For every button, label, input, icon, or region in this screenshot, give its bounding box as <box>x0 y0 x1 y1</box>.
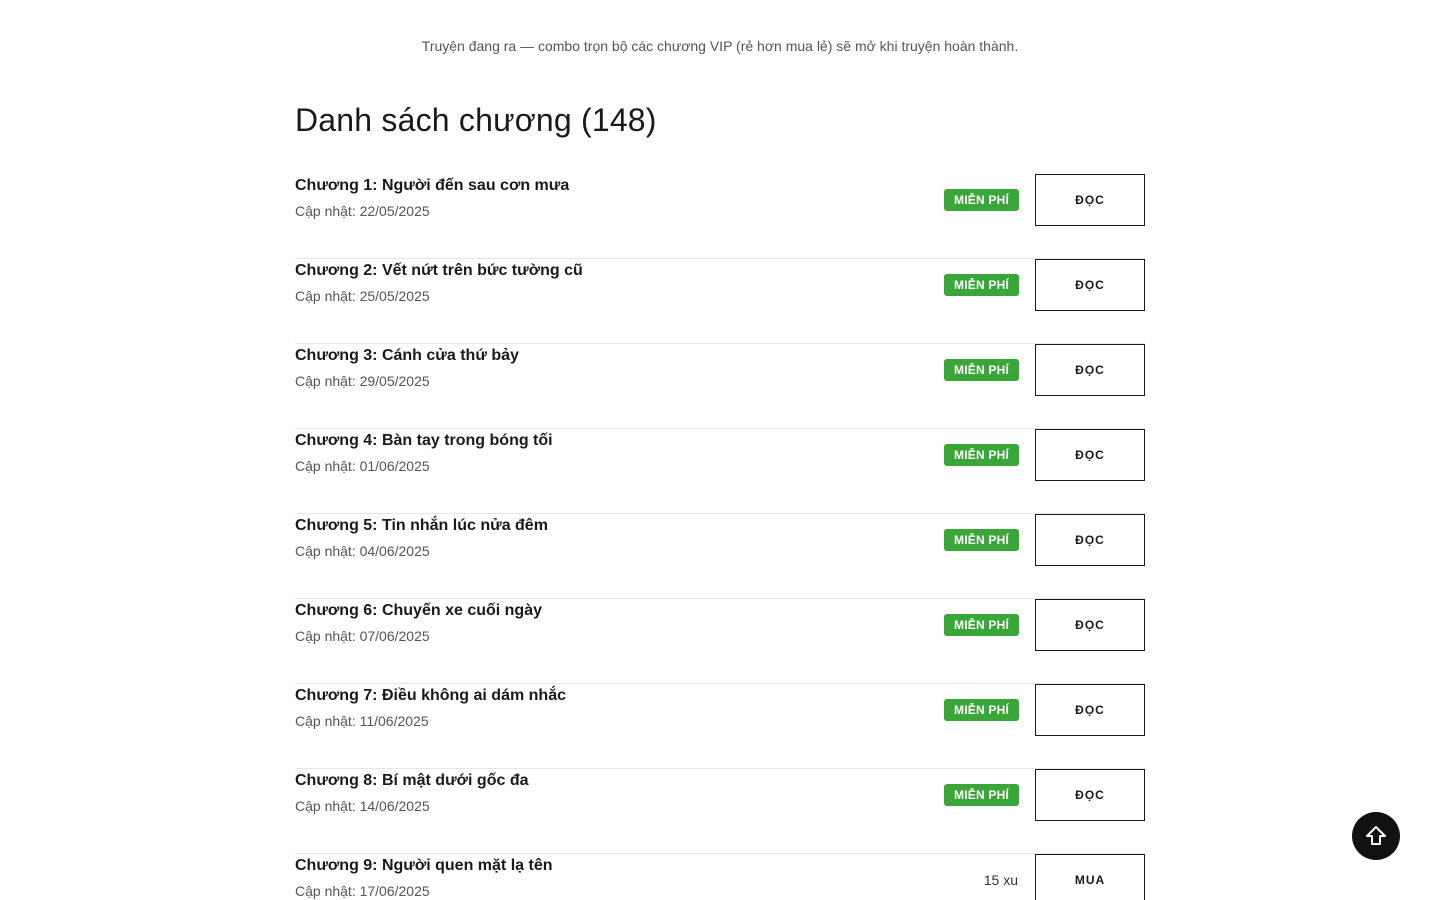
chapter-row: Chương 5: Tin nhắn lúc nửa đêm Cập nhật:… <box>295 514 1145 599</box>
free-badge: MIỄN PHÍ <box>944 189 1019 211</box>
read-button[interactable]: ĐỌC <box>1035 599 1145 651</box>
chapter-update-date: Cập nhật: 11/06/2025 <box>295 713 429 729</box>
chapter-row: Chương 6: Chuyến xe cuối ngày Cập nhật: … <box>295 599 1145 684</box>
scroll-to-top-button[interactable] <box>1352 812 1400 860</box>
arrow-up-icon <box>1364 824 1388 848</box>
chapter-title[interactable]: Chương 8: Bí mật dưới gốc đa <box>295 769 528 793</box>
chapter-title[interactable]: Chương 1: Người đến sau cơn mưa <box>295 174 569 198</box>
page: Truyện đang ra — combo trọn bộ các chươn… <box>0 0 1440 900</box>
chapter-row: Chương 3: Cánh cửa thứ bảy Cập nhật: 29/… <box>295 344 1145 429</box>
free-badge: MIỄN PHÍ <box>944 529 1019 551</box>
chapter-update-date: Cập nhật: 29/05/2025 <box>295 373 430 389</box>
chapter-title[interactable]: Chương 6: Chuyến xe cuối ngày <box>295 599 542 623</box>
chapter-update-date: Cập nhật: 17/06/2025 <box>295 883 430 899</box>
chapter-row: Chương 2: Vết nứt trên bức tường cũ Cập … <box>295 259 1145 344</box>
chapter-row: Chương 1: Người đến sau cơn mưa Cập nhật… <box>295 174 1145 259</box>
chapter-price: 15 xu <box>983 872 1018 888</box>
read-button[interactable]: ĐỌC <box>1035 344 1145 396</box>
chapter-title[interactable]: Chương 5: Tin nhắn lúc nửa đêm <box>295 514 548 538</box>
chapter-title[interactable]: Chương 9: Người quen mặt lạ tên <box>295 854 552 878</box>
chapter-update-date: Cập nhật: 04/06/2025 <box>295 543 430 559</box>
chapter-update-date: Cập nhật: 01/06/2025 <box>295 458 430 474</box>
free-badge: MIỄN PHÍ <box>944 614 1019 636</box>
free-badge: MIỄN PHÍ <box>944 274 1019 296</box>
free-badge: MIỄN PHÍ <box>944 444 1019 466</box>
chapter-list: Chương 1: Người đến sau cơn mưa Cập nhật… <box>295 174 1145 900</box>
chapter-update-date: Cập nhật: 07/06/2025 <box>295 628 430 644</box>
chapter-title[interactable]: Chương 3: Cánh cửa thứ bảy <box>295 344 519 368</box>
chapter-update-date: Cập nhật: 22/05/2025 <box>295 203 430 219</box>
free-badge: MIỄN PHÍ <box>944 699 1019 721</box>
read-button[interactable]: ĐỌC <box>1035 259 1145 311</box>
read-button[interactable]: ĐỌC <box>1035 429 1145 481</box>
chapter-list-title: Danh sách chương (148) <box>295 102 657 138</box>
chapter-row: Chương 9: Người quen mặt lạ tên Cập nhật… <box>295 854 1145 900</box>
chapter-title[interactable]: Chương 7: Điều không ai dám nhắc <box>295 684 566 708</box>
chapter-title[interactable]: Chương 2: Vết nứt trên bức tường cũ <box>295 259 583 283</box>
chapter-update-date: Cập nhật: 14/06/2025 <box>295 798 430 814</box>
completion-notice: Truyện đang ra — combo trọn bộ các chươn… <box>421 38 1019 54</box>
chapter-row: Chương 4: Bàn tay trong bóng tối Cập nhậ… <box>295 429 1145 514</box>
free-badge: MIỄN PHÍ <box>944 359 1019 381</box>
read-button[interactable]: ĐỌC <box>1035 514 1145 566</box>
chapter-update-date: Cập nhật: 25/05/2025 <box>295 288 430 304</box>
read-button[interactable]: ĐỌC <box>1035 684 1145 736</box>
read-button[interactable]: ĐỌC <box>1035 174 1145 226</box>
chapter-row: Chương 8: Bí mật dưới gốc đa Cập nhật: 1… <box>295 769 1145 854</box>
chapter-row: Chương 7: Điều không ai dám nhắc Cập nhậ… <box>295 684 1145 769</box>
buy-button[interactable]: MUA <box>1035 854 1145 900</box>
read-button[interactable]: ĐỌC <box>1035 769 1145 821</box>
free-badge: MIỄN PHÍ <box>944 784 1019 806</box>
chapter-list-section: Danh sách chương (148) Chương 1: Người đ… <box>295 100 1145 900</box>
chapter-title[interactable]: Chương 4: Bàn tay trong bóng tối <box>295 429 553 453</box>
